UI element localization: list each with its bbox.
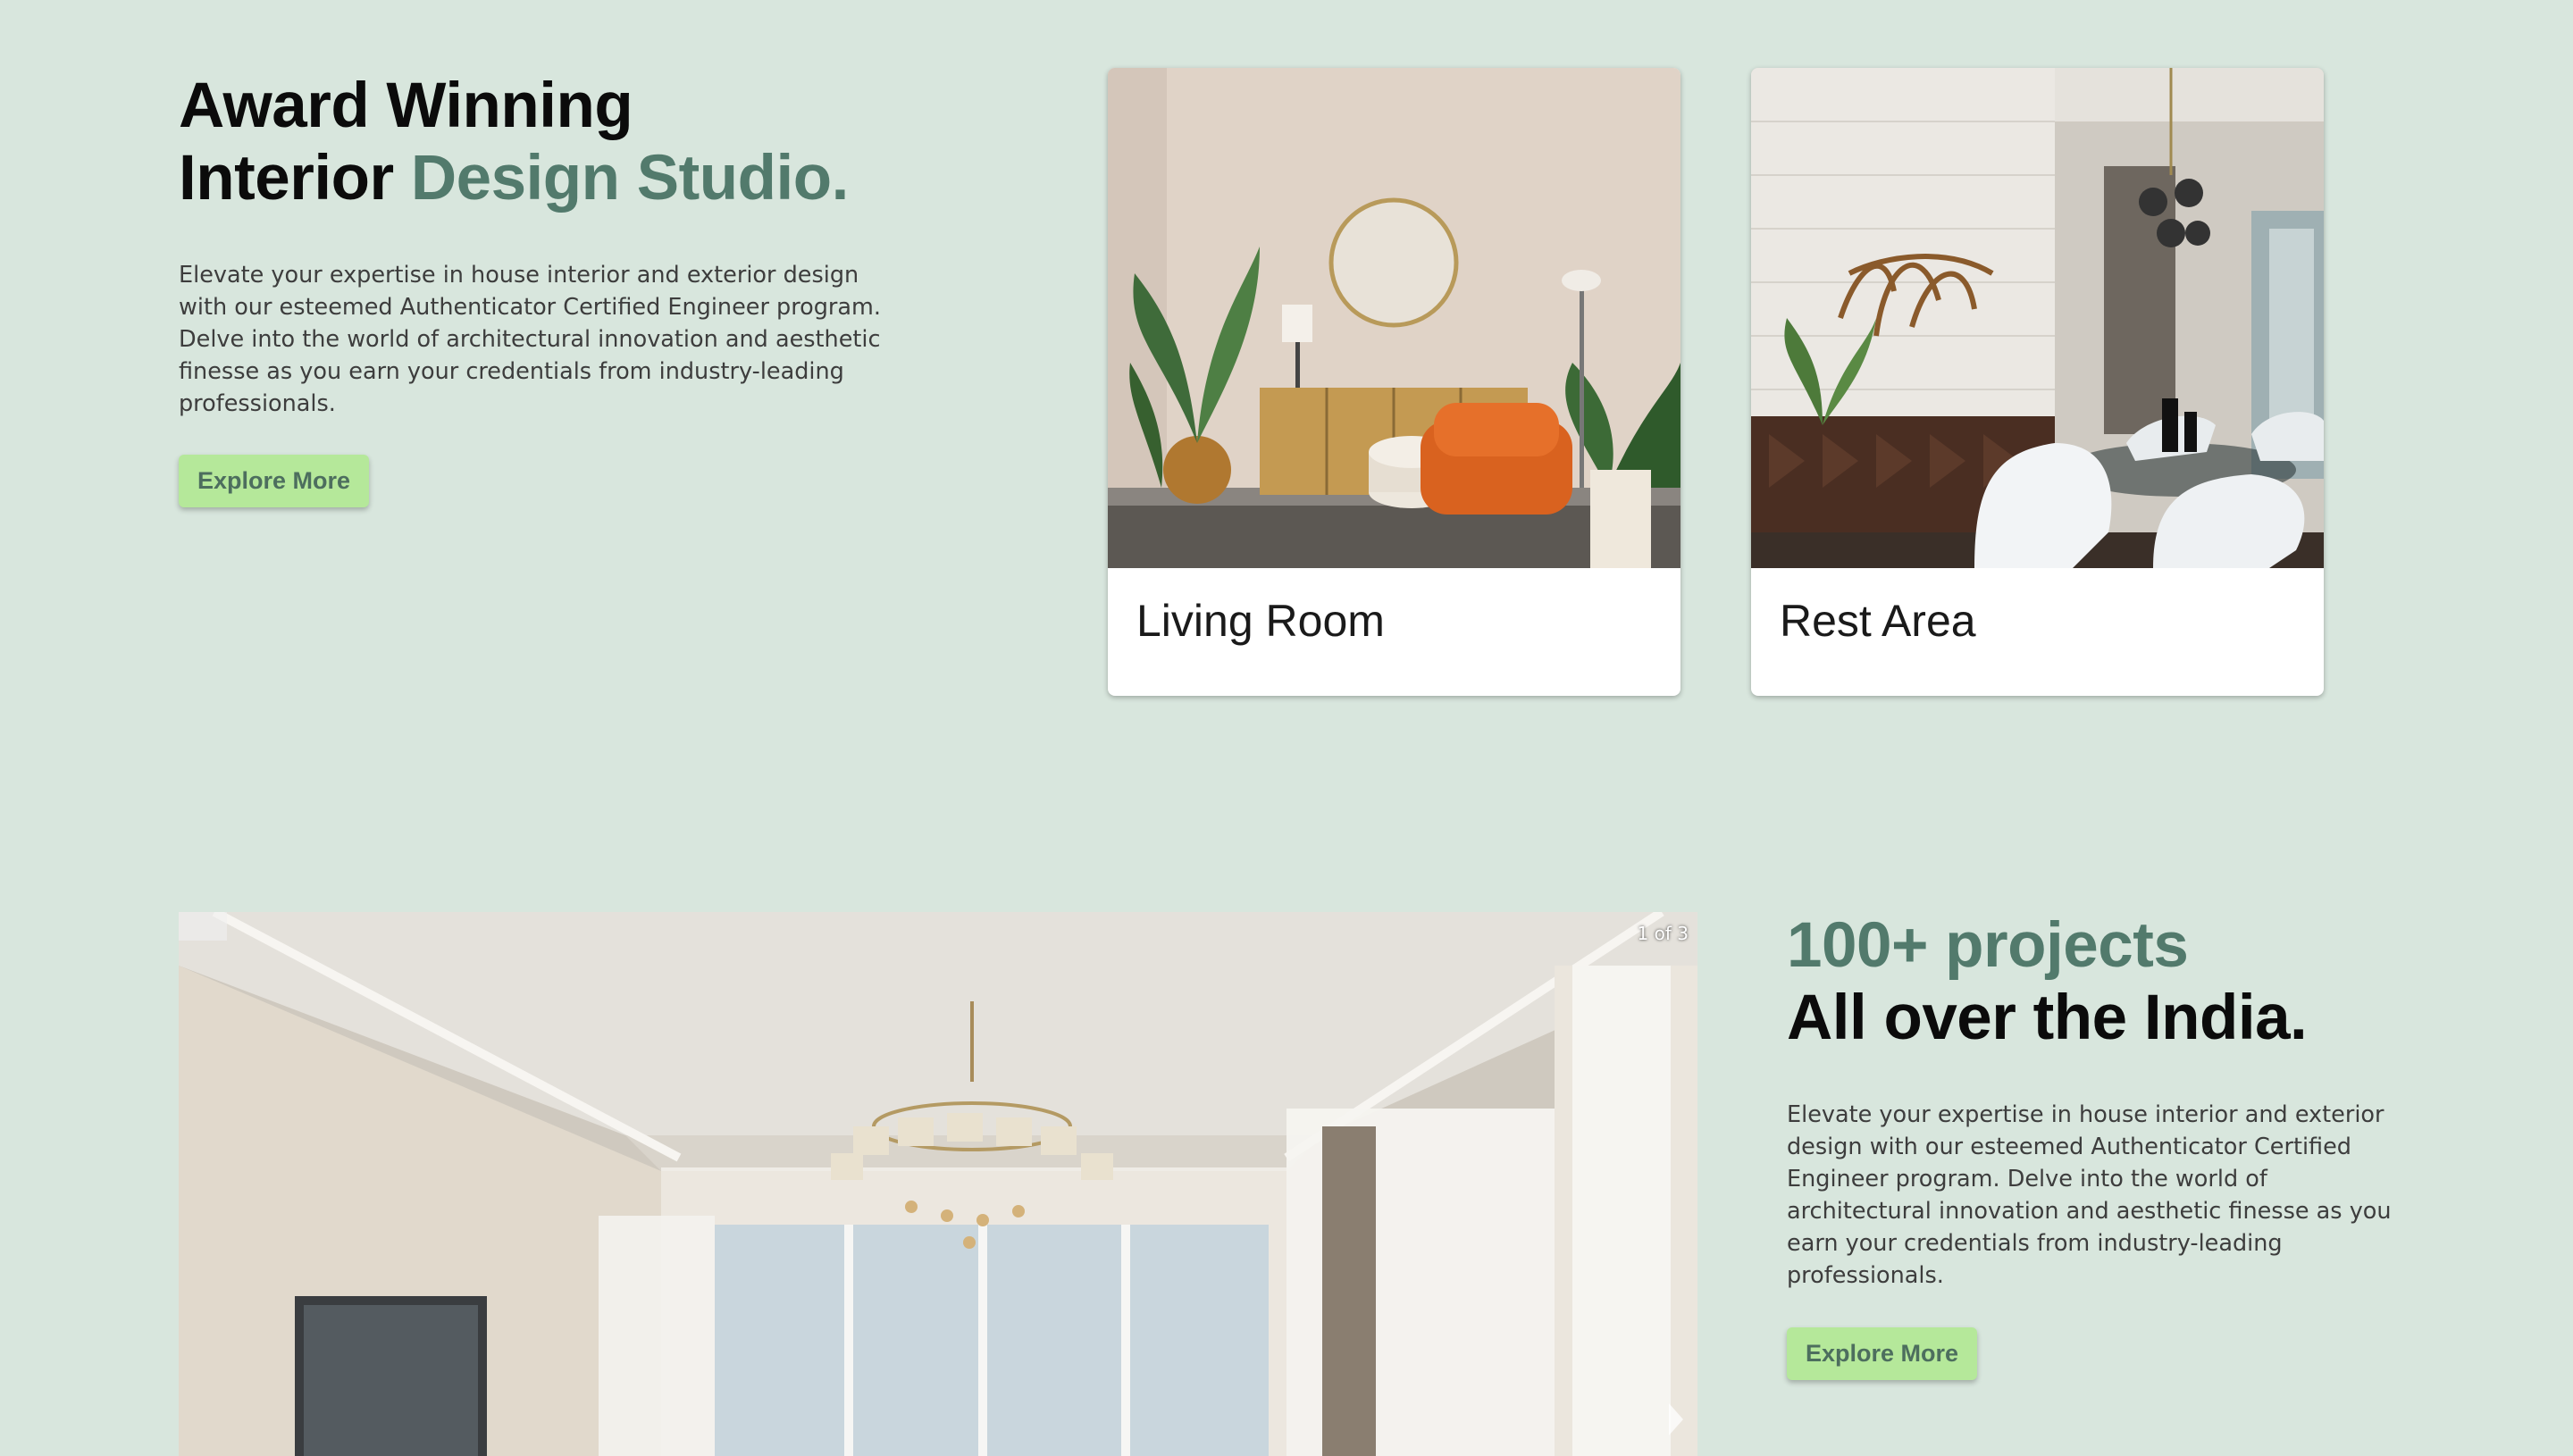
hero-title-line1: Award Winning (179, 71, 633, 141)
carousel-room-image (179, 912, 1697, 1456)
hero-explore-more-button[interactable]: Explore More (179, 455, 370, 507)
projects-title-dark: All over the India. (1787, 983, 2308, 1053)
living-room-image (1108, 68, 1680, 568)
carousel-counter: 1 of 3 (1637, 923, 1689, 944)
projects-title: 100+ projects All over the India. (1787, 909, 2412, 1054)
hero-title: Award Winning Interior Design Studio. (179, 70, 911, 214)
image-carousel[interactable]: 1 of 3 (179, 912, 1697, 1456)
card-living-room[interactable]: Living Room (1108, 68, 1680, 696)
hero-text-block: Award Winning Interior Design Studio. El… (179, 70, 911, 507)
projects-explore-more-button[interactable]: Explore More (1787, 1327, 1978, 1380)
carousel-fullscreen-control[interactable] (179, 912, 227, 941)
projects-description: Elevate your expertise in house interior… (1787, 1101, 2392, 1289)
projects-title-accent: 100+ projects (1787, 910, 2189, 981)
card-rest-area-label: Rest Area (1780, 596, 1976, 646)
hero-title-line2-accent: Design Studio. (410, 143, 850, 213)
hero-title-line2-dark: Interior (179, 143, 411, 213)
card-rest-area[interactable]: Rest Area (1751, 68, 2324, 696)
rest-area-image (1751, 68, 2324, 568)
carousel-next-arrow-icon[interactable] (1669, 1403, 1683, 1435)
projects-text-block: 100+ projects All over the India. Elevat… (1787, 909, 2412, 1380)
card-living-room-label: Living Room (1136, 596, 1385, 646)
hero-description: Elevate your expertise in house interior… (179, 262, 881, 417)
